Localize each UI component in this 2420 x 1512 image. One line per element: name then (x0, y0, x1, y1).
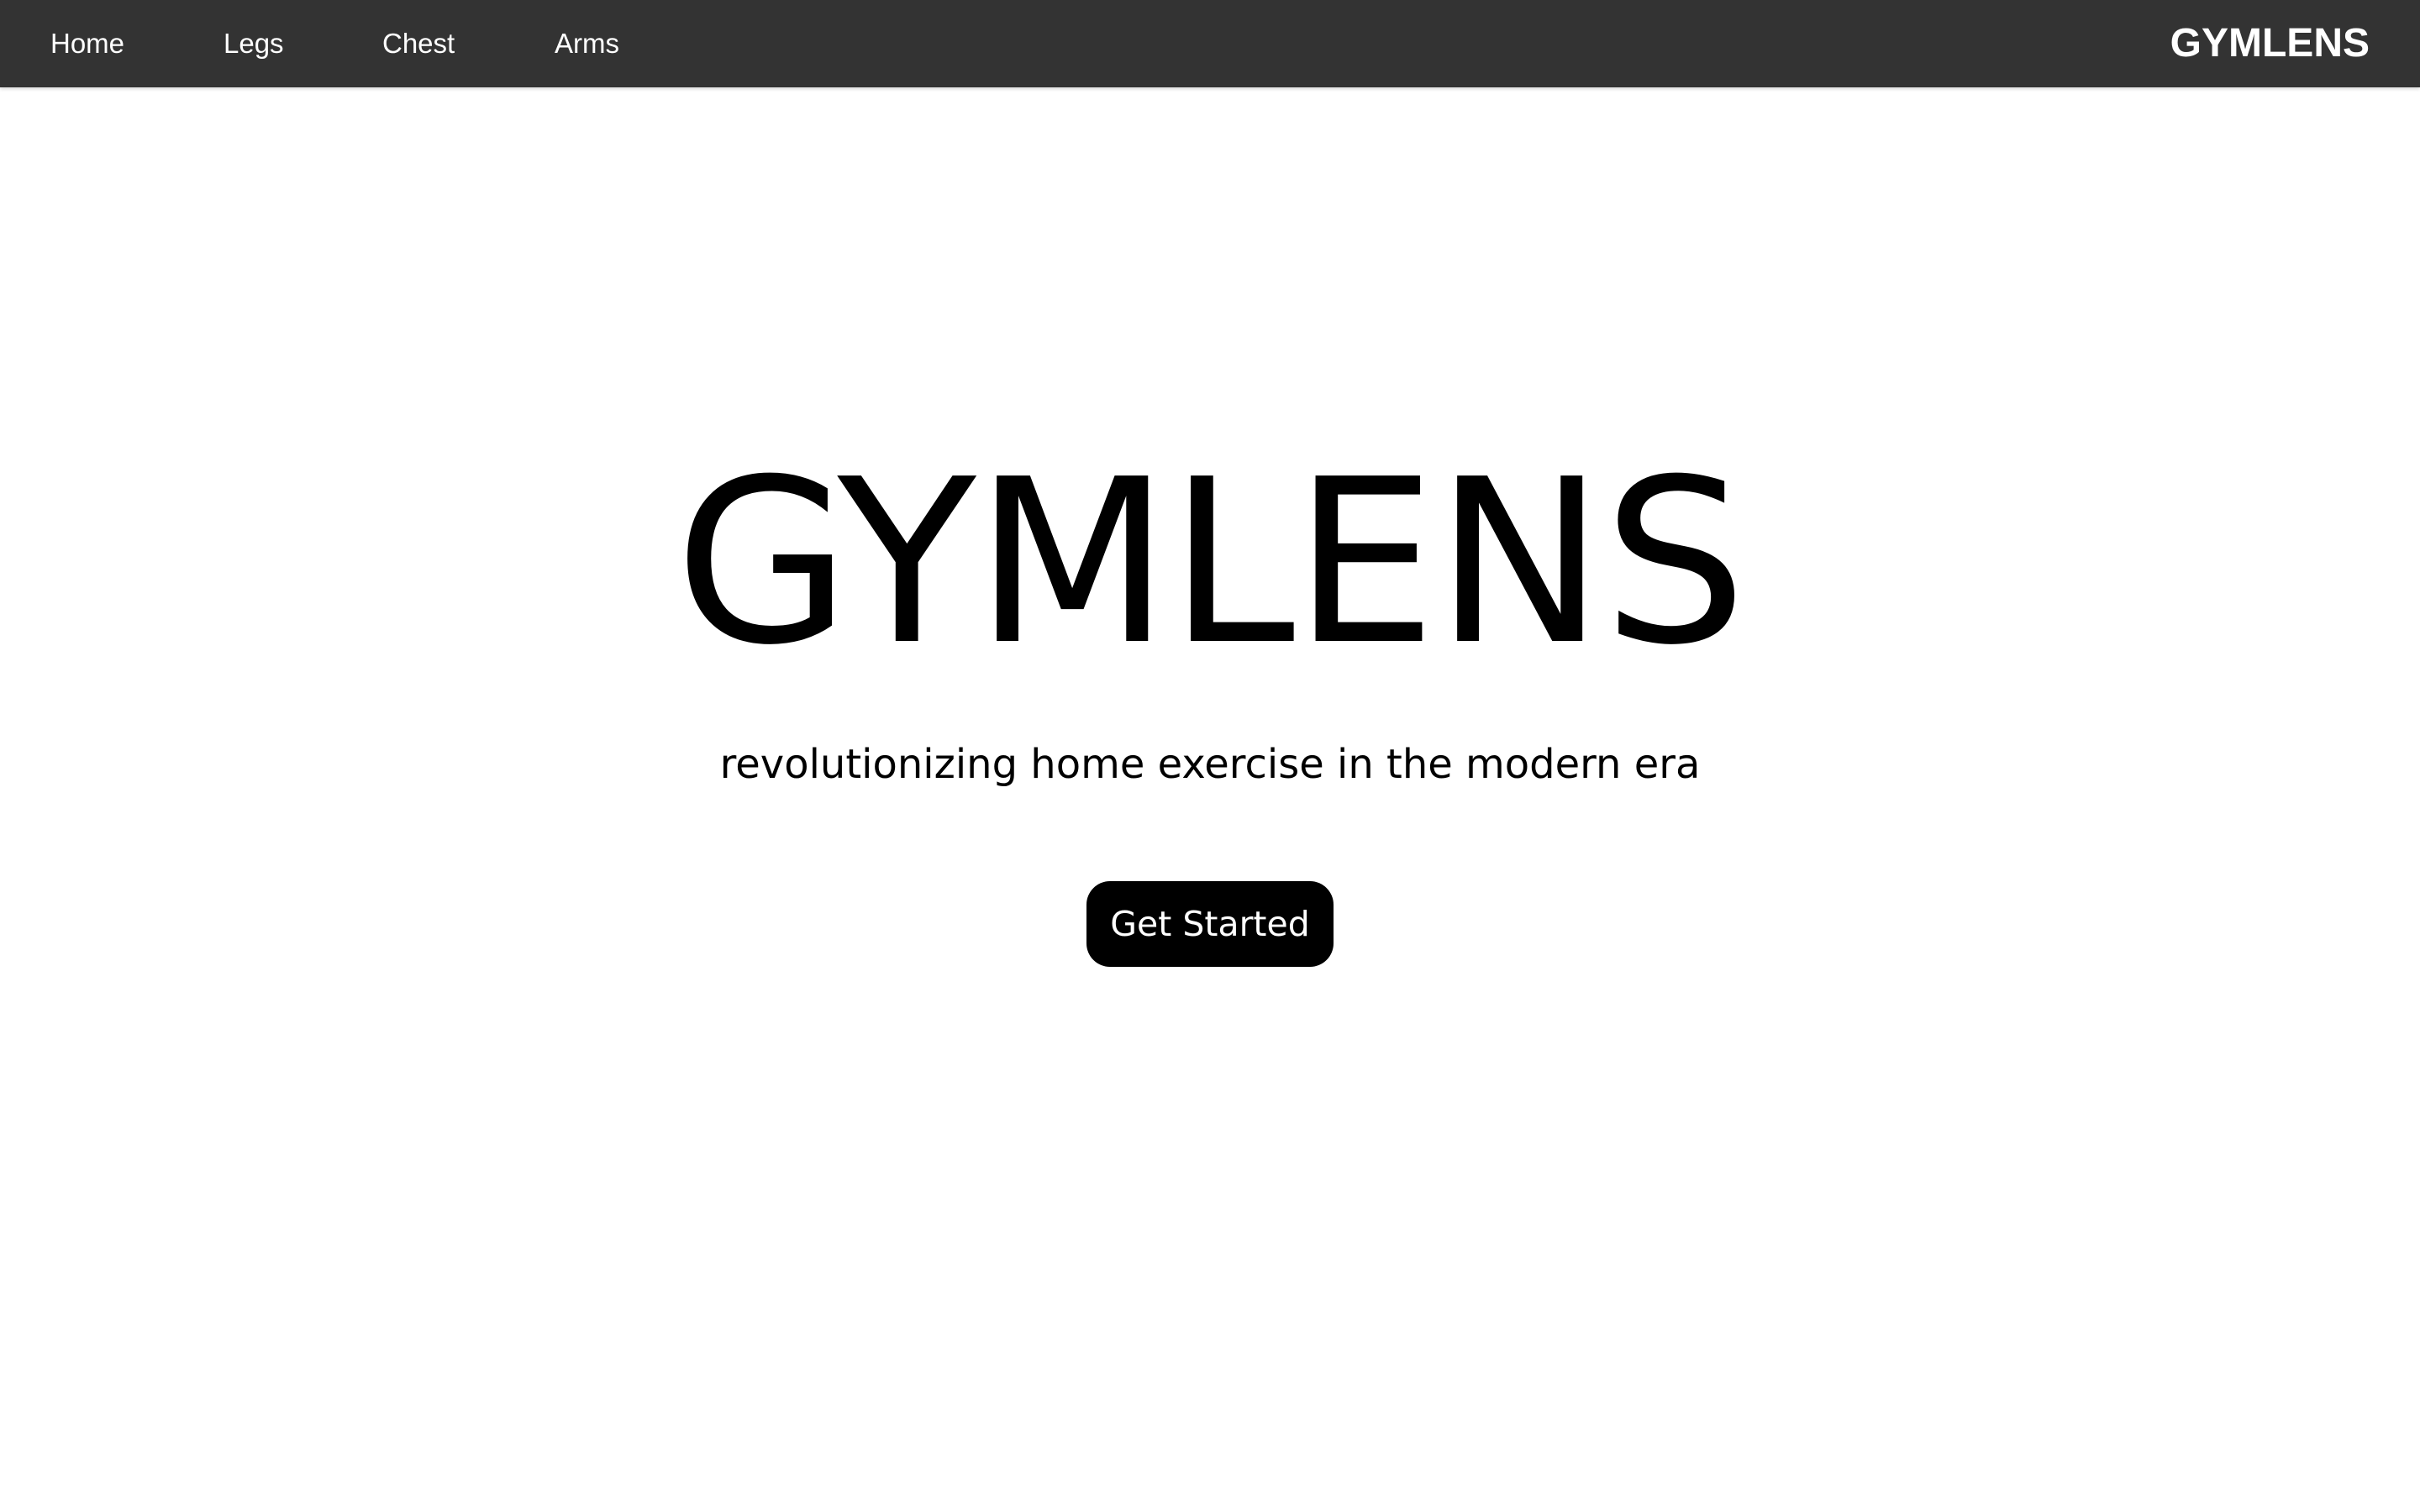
brand-logo[interactable]: GYMLENS (2170, 0, 2370, 87)
nav-link-home[interactable]: Home (50, 0, 124, 87)
hero-title: GYMLENS (674, 430, 1747, 695)
nav-link-chest[interactable]: Chest (382, 0, 455, 87)
nav-link-arms[interactable]: Arms (555, 0, 619, 87)
get-started-button[interactable]: Get Started (1086, 881, 1334, 967)
hero-subtitle: revolutionizing home exercise in the mod… (719, 741, 1701, 788)
top-navbar: Home Legs Chest Arms GYMLENS (0, 0, 2420, 87)
nav-link-legs[interactable]: Legs (224, 0, 284, 87)
